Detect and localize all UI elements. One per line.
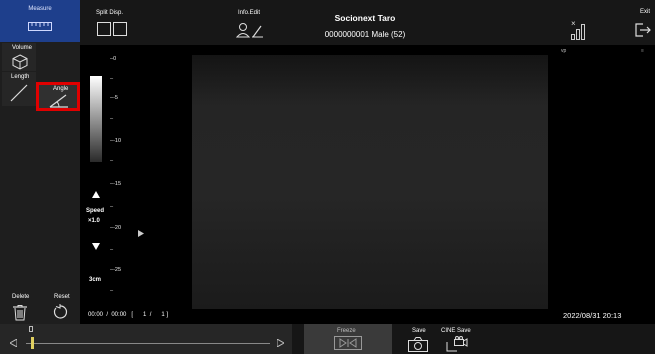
minor-tick: – [110, 204, 114, 210]
slider-track [26, 343, 270, 344]
minor-tick: – [110, 247, 114, 253]
ruler-icon [28, 22, 52, 31]
freeze-icon [334, 336, 362, 350]
depth-tick-0: –0 [110, 56, 117, 62]
camera-icon [408, 337, 428, 352]
depth-scale: –0 – –-5 – –-10 – –-15 – –-20 – –-25 – [110, 50, 136, 300]
save-label: Save [412, 328, 426, 334]
exit-icon [635, 23, 651, 37]
triangle-left-icon [10, 339, 17, 347]
depth-tick-25: –-25 [110, 267, 122, 273]
patient-name: Socionext Taro [334, 13, 396, 23]
vp-label: vp [561, 48, 567, 54]
cine-save-button[interactable]: CINE Save [436, 324, 476, 354]
triangle-right-icon [277, 339, 284, 347]
speed-position-marker [138, 224, 144, 242]
reset-icon [53, 304, 68, 319]
measure-tool-panel: Volume Length Angle Delete Reset [0, 42, 80, 325]
length-tool-button[interactable]: Length [2, 72, 36, 106]
speed-value: ×1.0 [88, 218, 100, 224]
split-screen-icon [97, 22, 127, 36]
delete-button[interactable]: Delete [2, 292, 38, 324]
minor-tick: – [110, 76, 114, 82]
info-edit-button[interactable]: Info.Edit [228, 0, 272, 42]
corner-mark-icon: ≡ [641, 48, 644, 54]
bottom-bar: Freeze Save CINE Save [0, 324, 655, 354]
freeze-button[interactable]: Freeze [304, 324, 392, 354]
triangle-right-icon [138, 230, 144, 237]
minor-tick: – [110, 158, 114, 164]
patient-info: 0000000001 Male (52) [324, 30, 406, 39]
split-display-button[interactable]: Split Disp. [86, 0, 138, 42]
slider-marker [29, 326, 33, 332]
reset-button[interactable]: Reset [42, 292, 78, 324]
triangle-up-icon [92, 191, 100, 198]
info-edit-label: Info.Edit [238, 10, 261, 16]
signal-bars-icon [571, 24, 585, 40]
speed-label: Speed [86, 208, 105, 214]
angle-tool-button[interactable]: Angle [36, 82, 80, 111]
depth-label: 3cm [89, 277, 102, 283]
cube-icon [12, 54, 28, 70]
person-edit-icon [236, 23, 263, 38]
minor-tick: – [110, 288, 114, 294]
volume-label: Volume [12, 45, 33, 51]
angle-label: Angle [53, 86, 69, 92]
depth-tick-20: –-20 [110, 225, 122, 231]
measure-button[interactable]: Measure [0, 0, 80, 42]
minor-tick: – [110, 116, 114, 122]
volume-tool-button[interactable]: Volume [2, 43, 36, 71]
length-label: Length [11, 74, 30, 80]
date-time: 2022/08/31 20:13 [563, 311, 622, 320]
triangle-down-icon [92, 243, 100, 250]
freeze-label: Freeze [337, 328, 356, 334]
cine-save-icon [446, 336, 468, 352]
split-display-label: Split Disp. [96, 10, 124, 16]
speed-up-button[interactable] [92, 185, 100, 203]
angle-icon [49, 94, 68, 108]
gray-scale-bar [90, 76, 102, 162]
depth-tick-15: –-15 [110, 181, 122, 187]
playback-time: 00:00 / 00:00 [ 1 / 1 ] [88, 312, 169, 318]
depth-tick-5: –-5 [110, 95, 118, 101]
slider-handle[interactable] [31, 337, 34, 349]
depth-tick-10: –-10 [110, 138, 122, 144]
speed-down-button[interactable] [92, 237, 100, 255]
exit-button[interactable]: Exit [620, 0, 655, 42]
cine-slider[interactable] [0, 324, 292, 354]
ultrasound-image [192, 55, 548, 309]
line-icon [10, 84, 28, 102]
exit-label: Exit [640, 9, 651, 15]
delete-label: Delete [12, 294, 30, 300]
reset-label: Reset [54, 294, 70, 300]
cine-save-label: CINE Save [441, 328, 471, 334]
top-bar: Measure Split Disp. Info.Edit Socionext … [0, 0, 655, 45]
trash-icon [13, 305, 27, 321]
save-button[interactable]: Save [400, 324, 436, 354]
measure-label: Measure [28, 6, 52, 12]
